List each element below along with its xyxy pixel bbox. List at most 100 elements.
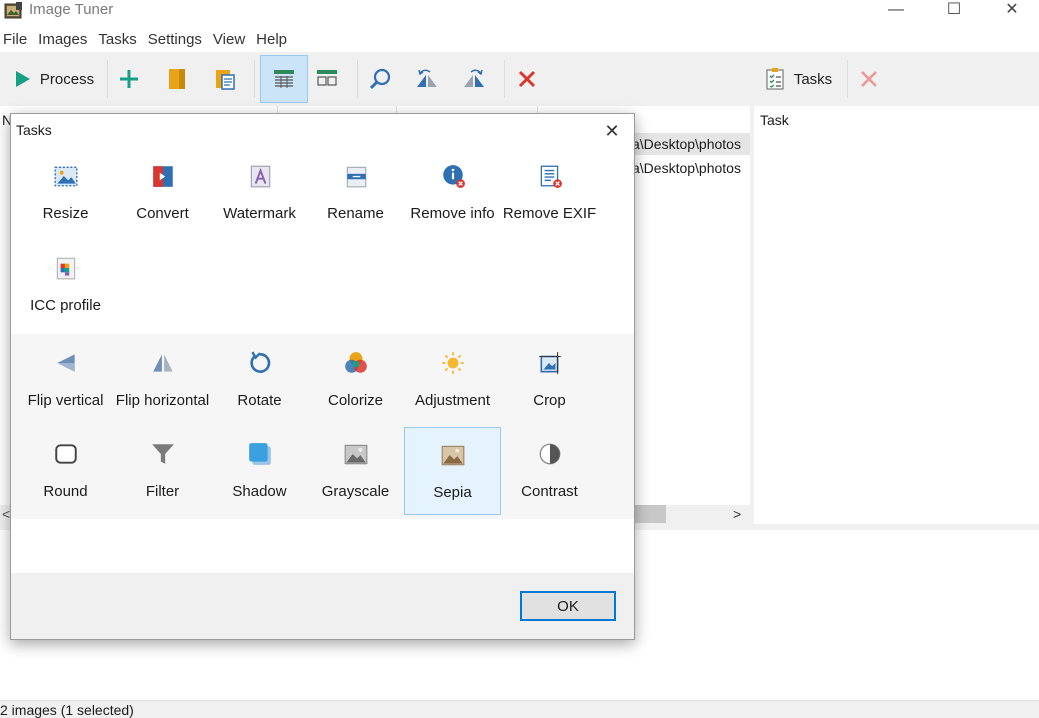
task-tile-flip-vertical[interactable]: Flip vertical <box>17 336 114 424</box>
shadow-icon <box>248 443 271 465</box>
menu-bar: File Images Tasks Settings View Help <box>0 28 295 52</box>
task-tile-crop[interactable]: Crop <box>501 336 598 424</box>
task-tile-label: Flip horizontal <box>115 392 210 409</box>
menu-help[interactable]: Help <box>253 28 293 52</box>
task-tile-filter[interactable]: Filter <box>114 427 211 515</box>
magnifier-icon <box>369 68 391 90</box>
task-tile-label: ICC profile <box>30 297 101 314</box>
paste-button[interactable] <box>208 55 242 103</box>
rotate-right-icon <box>464 69 484 87</box>
task-tile-label: Filter <box>145 483 180 500</box>
close-window-button[interactable]: ✕ <box>989 0 1035 22</box>
task-tile-resize[interactable]: Resize <box>17 149 114 237</box>
menu-settings[interactable]: Settings <box>145 28 208 52</box>
menu-file[interactable]: File <box>0 28 33 52</box>
preview-button[interactable] <box>363 55 397 103</box>
task-tile-colorize[interactable]: Colorize <box>307 336 404 424</box>
menu-tasks[interactable]: Tasks <box>95 28 142 52</box>
rotate-left-button[interactable] <box>410 55 444 103</box>
scroll-right-icon[interactable]: > <box>733 506 741 522</box>
sepia-icon <box>441 445 464 466</box>
list-row-path[interactable]: a\Desktop\photos <box>632 160 750 176</box>
task-tile-remove-info[interactable]: Remove info <box>404 149 501 237</box>
toolbar: Process Tasks <box>0 52 1039 106</box>
window-title: Image Tuner <box>29 1 114 18</box>
adjustment-icon <box>441 352 464 374</box>
scroll-left-icon[interactable]: < <box>2 506 10 522</box>
task-tile-label: Shadow <box>232 483 287 500</box>
grayscale-icon <box>344 444 367 465</box>
task-tile-label: Crop <box>533 392 566 409</box>
task-tile-label: Remove info <box>410 205 495 222</box>
details-view-icon <box>274 70 294 88</box>
rotate-icon <box>249 351 270 373</box>
task-tile-label: Sepia <box>433 484 472 501</box>
scrollbar-thumb[interactable] <box>632 505 666 523</box>
menu-images[interactable]: Images <box>35 28 93 52</box>
task-tile-icc-profile[interactable]: ICC profile <box>17 241 114 329</box>
task-tile-rename[interactable]: Rename <box>307 149 404 237</box>
ok-button[interactable]: OK <box>520 591 616 621</box>
play-icon <box>15 71 30 87</box>
remove-info-icon <box>442 165 465 188</box>
task-tile-watermark[interactable]: Watermark <box>211 149 308 237</box>
task-tile-label: Resize <box>42 205 89 222</box>
task-tile-label: Flip vertical <box>27 392 104 409</box>
remove-images-button[interactable] <box>510 55 544 103</box>
add-folder-button[interactable] <box>160 55 194 103</box>
convert-icon <box>152 166 173 187</box>
list-row-path[interactable]: a\Desktop\photos <box>632 136 750 152</box>
dialog-title: Tasks <box>16 122 52 138</box>
remove-task-button[interactable] <box>852 55 886 103</box>
icc-profile-icon <box>56 257 75 280</box>
filter-icon <box>151 444 174 464</box>
delete-icon <box>518 70 536 88</box>
task-tile-adjustment[interactable]: Adjustment <box>404 336 501 424</box>
app-icon <box>4 2 22 19</box>
thumbnail-view-icon <box>317 70 337 86</box>
watermark-icon <box>250 165 270 188</box>
task-tile-label: Watermark <box>223 205 296 222</box>
title-bar: Image Tuner — ☐ ✕ <box>0 0 1039 24</box>
tasks-label: Tasks <box>793 70 833 88</box>
task-tile-label: Rotate <box>237 392 282 409</box>
add-images-button[interactable] <box>112 55 146 103</box>
task-tile-flip-horizontal[interactable]: Flip horizontal <box>114 336 211 424</box>
folder-icon <box>169 69 185 89</box>
plus-icon <box>120 70 138 88</box>
task-tile-grayscale[interactable]: Grayscale <box>307 427 404 515</box>
contrast-icon <box>539 443 560 465</box>
task-tile-shadow[interactable]: Shadow <box>211 427 308 515</box>
task-tile-label: Convert <box>136 205 189 222</box>
task-tile-label: Colorize <box>327 392 384 409</box>
task-tile-label: Rename <box>327 205 384 222</box>
minimize-button[interactable]: — <box>873 0 919 22</box>
task-list-icon <box>766 68 784 90</box>
task-tile-contrast[interactable]: Contrast <box>501 427 598 515</box>
clipboard-icon <box>216 70 235 90</box>
colorize-icon <box>344 352 367 373</box>
task-tile-label: Contrast <box>521 483 578 500</box>
crop-icon <box>538 352 561 374</box>
flip-vertical-icon <box>56 354 75 372</box>
task-tile-round[interactable]: Round <box>17 427 114 515</box>
menu-view[interactable]: View <box>210 28 251 52</box>
rotate-right-button[interactable] <box>457 55 491 103</box>
dialog-close-button[interactable]: ✕ <box>598 118 626 144</box>
rotate-left-icon <box>417 69 437 87</box>
task-tile-rotate[interactable]: Rotate <box>211 336 308 424</box>
details-view-button[interactable] <box>260 55 308 103</box>
thumbnail-view-button[interactable] <box>310 55 344 103</box>
remove-exif-icon <box>540 165 562 188</box>
task-tile-convert[interactable]: Convert <box>114 149 211 237</box>
status-text: 2 images (1 selected) <box>0 702 134 718</box>
status-bar <box>0 700 1039 718</box>
process-button[interactable]: Process <box>4 55 102 103</box>
task-tile-sepia[interactable]: Sepia <box>404 427 501 515</box>
task-tile-remove-exif[interactable]: Remove EXIF <box>501 149 598 237</box>
task-tile-label: Grayscale <box>321 483 390 500</box>
task-column-header[interactable]: Task <box>760 112 789 128</box>
maximize-button[interactable]: ☐ <box>931 0 977 22</box>
rename-icon <box>346 166 366 188</box>
tasks-button[interactable]: Tasks <box>756 55 840 103</box>
